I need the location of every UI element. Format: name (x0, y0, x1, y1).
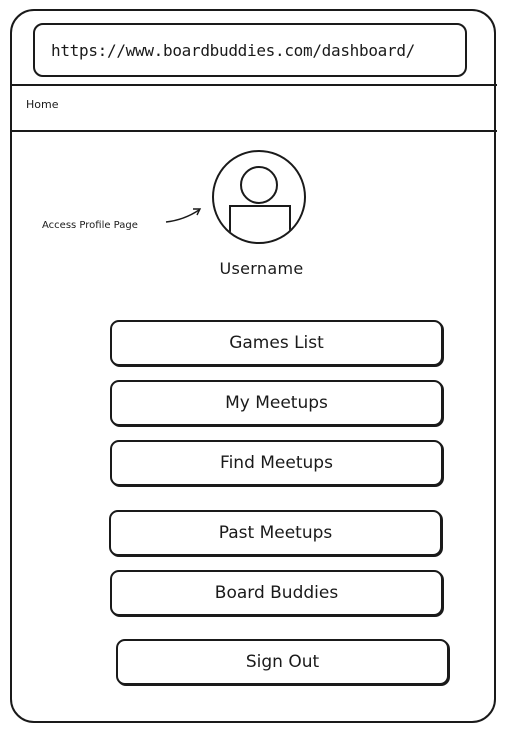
my-meetups-button[interactable]: My Meetups (110, 380, 443, 426)
find-meetups-label: Find Meetups (220, 453, 333, 473)
username-label: Username (219, 259, 304, 278)
games-list-label: Games List (229, 333, 324, 353)
games-list-button[interactable]: Games List (110, 320, 443, 366)
url-bar[interactable]: https://www.boardbuddies.com/dashboard/ (33, 23, 467, 77)
url-text: https://www.boardbuddies.com/dashboard/ (51, 40, 415, 60)
sign-out-label: Sign Out (245, 652, 320, 672)
board-buddies-button[interactable]: Board Buddies (110, 570, 443, 616)
past-meetups-label: Past Meetups (218, 523, 333, 543)
header-divider-top (12, 84, 497, 86)
header-divider-bottom (12, 130, 497, 132)
breadcrumb-home[interactable]: Home (26, 98, 58, 111)
find-meetups-button[interactable]: Find Meetups (110, 440, 443, 486)
board-buddies-label: Board Buddies (214, 583, 339, 603)
profile-avatar[interactable] (212, 150, 306, 244)
user-avatar-icon (229, 166, 291, 242)
past-meetups-button[interactable]: Past Meetups (109, 510, 442, 556)
my-meetups-label: My Meetups (225, 393, 328, 413)
profile-annotation: Access Profile Page (42, 220, 138, 231)
annotation-arrow-icon (165, 208, 202, 223)
sign-out-button[interactable]: Sign Out (116, 639, 449, 685)
